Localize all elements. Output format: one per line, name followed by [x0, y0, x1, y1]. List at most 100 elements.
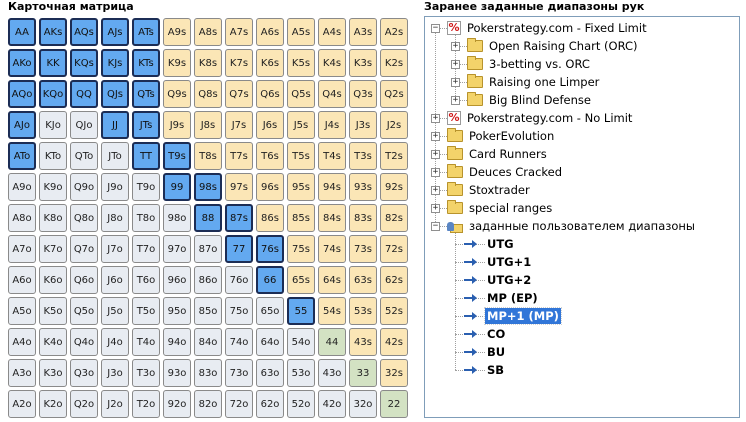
hand-cell-Q7o[interactable]: Q7o: [70, 235, 98, 263]
hand-cell-KJs[interactable]: KJs: [101, 49, 129, 77]
hand-cell-73o[interactable]: 73o: [225, 359, 253, 387]
hand-cell-Q2o[interactable]: Q2o: [70, 390, 98, 418]
hand-cell-62s[interactable]: 62s: [380, 266, 408, 294]
hand-cell-94o[interactable]: 94o: [163, 328, 191, 356]
tree-node[interactable]: SB: [463, 361, 506, 379]
hand-cell-42s[interactable]: 42s: [380, 328, 408, 356]
hand-cell-42o[interactable]: 42o: [318, 390, 346, 418]
hand-cell-T9s[interactable]: T9s: [163, 142, 191, 170]
expand-icon[interactable]: +: [451, 96, 460, 105]
hand-cell-J8s[interactable]: J8s: [194, 111, 222, 139]
hand-cell-ATo[interactable]: ATo: [8, 142, 36, 170]
tree-node[interactable]: MP (EP): [463, 289, 540, 307]
hand-cell-J8o[interactable]: J8o: [101, 204, 129, 232]
hand-cell-QTs[interactable]: QTs: [132, 80, 160, 108]
hand-cell-95o[interactable]: 95o: [163, 297, 191, 325]
hand-cell-KJo[interactable]: KJo: [39, 111, 67, 139]
hand-cell-A2s[interactable]: A2s: [380, 18, 408, 46]
ranges-tree[interactable]: −% Pokerstrategy.com - Fixed Limit + Open R…: [424, 16, 740, 418]
hand-cell-J2o[interactable]: J2o: [101, 390, 129, 418]
hand-cell-T5s[interactable]: T5s: [287, 142, 315, 170]
hand-cell-74o[interactable]: 74o: [225, 328, 253, 356]
hand-cell-86s[interactable]: 86s: [256, 204, 284, 232]
hand-cell-98o[interactable]: 98o: [163, 204, 191, 232]
hand-cell-AJo[interactable]: AJo: [8, 111, 36, 139]
hand-cell-43o[interactable]: 43o: [318, 359, 346, 387]
hand-cell-K2o[interactable]: K2o: [39, 390, 67, 418]
hand-cell-Q4s[interactable]: Q4s: [318, 80, 346, 108]
hand-cell-44[interactable]: 44: [318, 328, 346, 356]
hand-cell-K7s[interactable]: K7s: [225, 49, 253, 77]
hand-cell-T7o[interactable]: T7o: [132, 235, 160, 263]
hand-cell-T2o[interactable]: T2o: [132, 390, 160, 418]
hand-cell-J9o[interactable]: J9o: [101, 173, 129, 201]
hand-cell-55[interactable]: 55: [287, 297, 315, 325]
hand-cell-66[interactable]: 66: [256, 266, 284, 294]
tree-node[interactable]: UTG: [463, 235, 516, 253]
hand-cell-98s[interactable]: 98s: [194, 173, 222, 201]
hand-cell-88[interactable]: 88: [194, 204, 222, 232]
tree-node[interactable]: UTG+2: [463, 271, 533, 289]
hand-cell-K4o[interactable]: K4o: [39, 328, 67, 356]
hand-cell-74s[interactable]: 74s: [318, 235, 346, 263]
expand-icon[interactable]: +: [431, 186, 440, 195]
hand-cell-86o[interactable]: 86o: [194, 266, 222, 294]
hand-cell-92s[interactable]: 92s: [380, 173, 408, 201]
hand-cell-A9o[interactable]: A9o: [8, 173, 36, 201]
hand-cell-J7s[interactable]: J7s: [225, 111, 253, 139]
hand-cell-73s[interactable]: 73s: [349, 235, 377, 263]
hand-cell-Q8s[interactable]: Q8s: [194, 80, 222, 108]
hand-cell-T2s[interactable]: T2s: [380, 142, 408, 170]
hand-cell-A5o[interactable]: A5o: [8, 297, 36, 325]
hand-cell-A7o[interactable]: A7o: [8, 235, 36, 263]
hand-cell-Q2s[interactable]: Q2s: [380, 80, 408, 108]
hand-cell-K6o[interactable]: K6o: [39, 266, 67, 294]
hand-cell-83o[interactable]: 83o: [194, 359, 222, 387]
hand-cell-J5s[interactable]: J5s: [287, 111, 315, 139]
hand-cell-T4o[interactable]: T4o: [132, 328, 160, 356]
hand-cell-QJo[interactable]: QJo: [70, 111, 98, 139]
hand-cell-A8o[interactable]: A8o: [8, 204, 36, 232]
hand-cell-33[interactable]: 33: [349, 359, 377, 387]
tree-node[interactable]: UTG+1: [463, 253, 533, 271]
hand-cell-A3o[interactable]: A3o: [8, 359, 36, 387]
hand-cell-72o[interactable]: 72o: [225, 390, 253, 418]
hand-cell-K5o[interactable]: K5o: [39, 297, 67, 325]
hand-cell-T7s[interactable]: T7s: [225, 142, 253, 170]
hand-cell-K4s[interactable]: K4s: [318, 49, 346, 77]
hand-cell-T9o[interactable]: T9o: [132, 173, 160, 201]
hand-cell-K7o[interactable]: K7o: [39, 235, 67, 263]
hand-cell-K9o[interactable]: K9o: [39, 173, 67, 201]
hand-cell-ATs[interactable]: ATs: [132, 18, 160, 46]
hand-cell-AKs[interactable]: AKs: [39, 18, 67, 46]
hand-cell-Q5o[interactable]: Q5o: [70, 297, 98, 325]
hand-cell-J4o[interactable]: J4o: [101, 328, 129, 356]
hand-cell-J6s[interactable]: J6s: [256, 111, 284, 139]
hand-cell-76s[interactable]: 76s: [256, 235, 284, 263]
hand-cell-Q6o[interactable]: Q6o: [70, 266, 98, 294]
hand-cell-87s[interactable]: 87s: [225, 204, 253, 232]
hand-cell-22[interactable]: 22: [380, 390, 408, 418]
hand-cell-T6o[interactable]: T6o: [132, 266, 160, 294]
hand-cell-75s[interactable]: 75s: [287, 235, 315, 263]
hand-cell-T4s[interactable]: T4s: [318, 142, 346, 170]
tree-node[interactable]: Card Runners: [447, 145, 549, 163]
hand-cell-AA[interactable]: AA: [8, 18, 36, 46]
hand-cell-Q3s[interactable]: Q3s: [349, 80, 377, 108]
collapse-icon[interactable]: −: [431, 222, 440, 231]
hand-cell-52o[interactable]: 52o: [287, 390, 315, 418]
hand-cell-93o[interactable]: 93o: [163, 359, 191, 387]
tree-node[interactable]: PokerEvolution: [447, 127, 556, 145]
hand-cell-K2s[interactable]: K2s: [380, 49, 408, 77]
hand-cell-AKo[interactable]: AKo: [8, 49, 36, 77]
hand-cell-J3s[interactable]: J3s: [349, 111, 377, 139]
hand-cell-83s[interactable]: 83s: [349, 204, 377, 232]
hand-cell-Q8o[interactable]: Q8o: [70, 204, 98, 232]
expand-icon[interactable]: +: [431, 132, 440, 141]
hand-cell-72s[interactable]: 72s: [380, 235, 408, 263]
hand-cell-JJ[interactable]: JJ: [101, 111, 129, 139]
hand-cell-J3o[interactable]: J3o: [101, 359, 129, 387]
hand-cell-T6s[interactable]: T6s: [256, 142, 284, 170]
hand-cell-62o[interactable]: 62o: [256, 390, 284, 418]
tree-node[interactable]: Deuces Cracked: [447, 163, 564, 181]
